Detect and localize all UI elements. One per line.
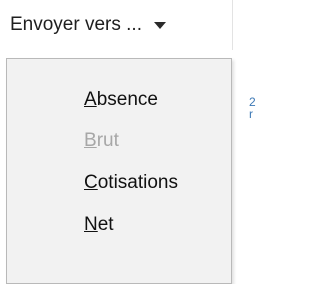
menu-item-cotisations[interactable]: Cotisations bbox=[8, 163, 230, 203]
toolbar-divider bbox=[232, 0, 233, 50]
background-link-text: 2 bbox=[249, 96, 256, 108]
menu-item-mnemonic: A bbox=[84, 89, 97, 110]
menu-item-label: et bbox=[97, 214, 114, 235]
menu-item-mnemonic: C bbox=[84, 172, 98, 193]
send-to-dropdown-button[interactable]: Envoyer vers ... bbox=[2, 6, 228, 44]
menu-item-net[interactable]: Net bbox=[8, 205, 230, 245]
menu-item-label: rut bbox=[96, 130, 119, 151]
send-to-menu: Absence Brut Cotisations Net bbox=[6, 58, 232, 284]
menu-item-absence[interactable]: Absence bbox=[8, 80, 230, 120]
menu-item-mnemonic: N bbox=[84, 214, 98, 235]
background-panel bbox=[232, 0, 259, 284]
menu-item-brut: Brut bbox=[8, 121, 230, 161]
menu-item-mnemonic: B bbox=[84, 130, 97, 151]
background-link-text: r bbox=[249, 108, 253, 120]
menu-item-label: otisations bbox=[97, 172, 179, 193]
chevron-down-icon bbox=[154, 21, 166, 29]
menu-item-label: bsence bbox=[96, 89, 158, 110]
send-to-label: Envoyer vers ... bbox=[10, 14, 142, 35]
app-window: 2 r Envoyer vers ... Absence Brut Cotisa… bbox=[0, 0, 259, 284]
